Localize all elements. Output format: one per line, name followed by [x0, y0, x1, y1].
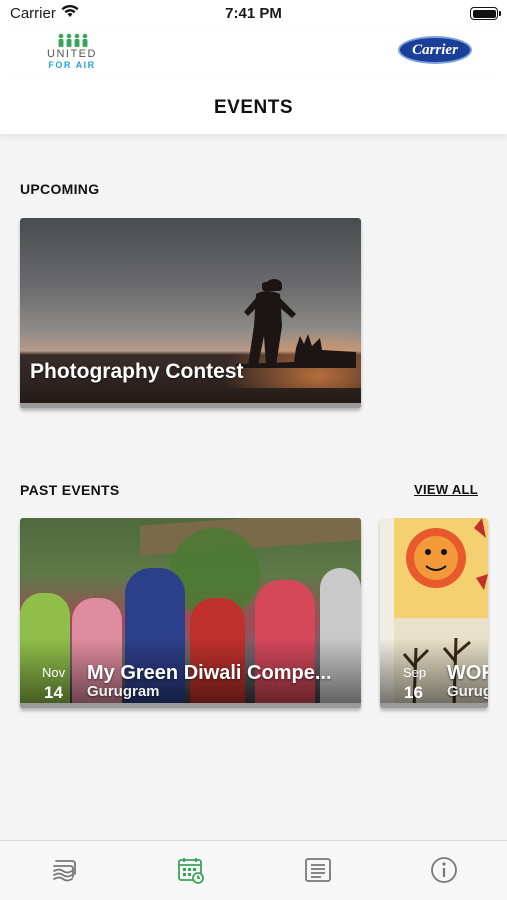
carrier-logo: Carrier [398, 36, 472, 64]
news-list-icon [305, 858, 331, 882]
past-events-section-label: PAST EVENTS [20, 482, 120, 498]
event-location: Gurugram [87, 683, 160, 700]
upcoming-event-card[interactable]: Photography Contest [20, 218, 361, 408]
past-event-card[interactable]: Nov 14 My Green Diwali Compe... Gurugram [20, 518, 361, 708]
photographer-silhouette [236, 279, 356, 368]
calendar-clock-icon [178, 858, 204, 884]
united-for-air-logo: UNITED FOR AIR [44, 33, 100, 73]
event-title: WOR [447, 662, 488, 684]
event-month: Nov [42, 665, 66, 680]
battery-icon [470, 7, 501, 20]
card-strip [20, 703, 361, 708]
people-icon [58, 33, 88, 47]
tab-air-quality[interactable] [50, 855, 80, 885]
past-event-card[interactable]: Sep 16 WOR Gurug [380, 518, 488, 708]
view-all-link[interactable]: VIEW ALL [414, 482, 478, 497]
event-month: Sep [403, 665, 427, 680]
title-bar: EVENTS [0, 80, 507, 134]
event-location: Gurug [447, 683, 488, 700]
logo-line-1: UNITED [47, 48, 97, 60]
tab-info[interactable] [429, 855, 459, 885]
card-strip [20, 403, 361, 408]
tab-bar [0, 840, 507, 900]
status-time: 7:41 PM [225, 5, 282, 22]
sun-painting [394, 518, 488, 628]
event-title: Photography Contest [30, 360, 244, 383]
tab-events[interactable] [176, 855, 206, 885]
logo-line-2: FOR AIR [48, 60, 96, 70]
brand-header: UNITED FOR AIR Carrier [0, 28, 507, 80]
tab-news[interactable] [303, 855, 333, 885]
status-bar: Carrier 7:41 PM [0, 0, 507, 28]
air-layers-icon [53, 860, 76, 882]
card-strip [380, 703, 488, 708]
upcoming-section-label: UPCOMING [20, 181, 100, 197]
page-title: EVENTS [213, 97, 294, 118]
info-icon [431, 857, 457, 883]
event-title: My Green Diwali Compe... [87, 662, 332, 684]
event-day: 16 [404, 683, 423, 702]
event-day: 14 [44, 683, 63, 702]
